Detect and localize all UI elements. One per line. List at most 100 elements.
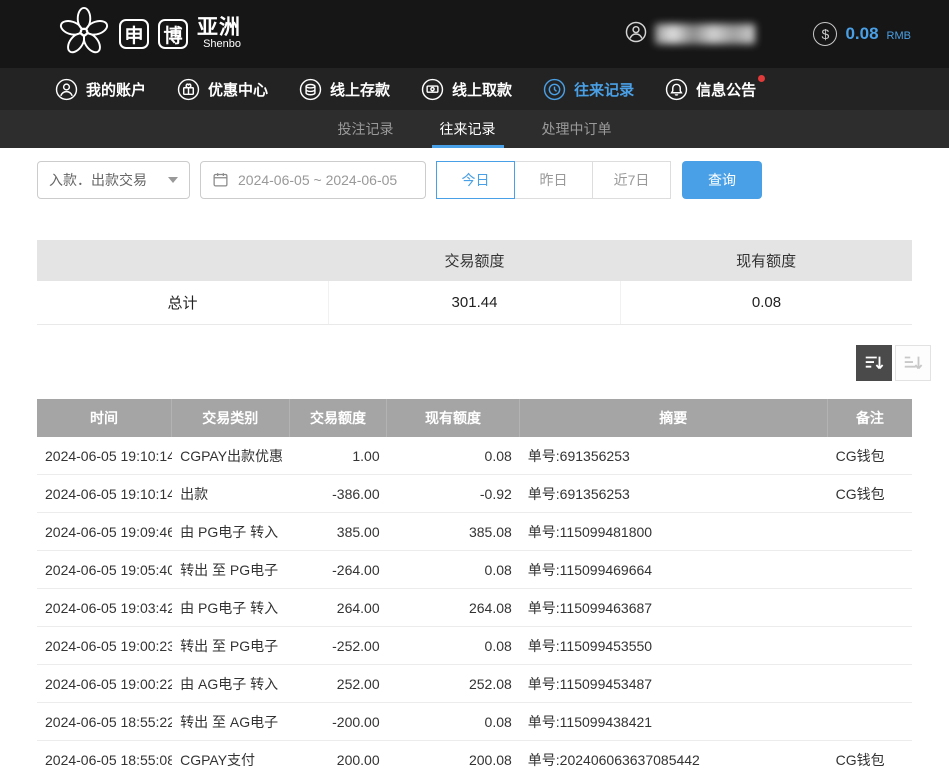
nav-item-transaction-records[interactable]: 往来记录 xyxy=(543,78,634,101)
cell-balance: -0.92 xyxy=(388,475,520,512)
cell-remark xyxy=(828,551,912,588)
summary-total-label: 总计 xyxy=(37,281,329,324)
cell-type: 转出 至 AG电子 xyxy=(172,703,290,740)
header-type: 交易类别 xyxy=(172,399,289,437)
cell-time: 2024-06-05 19:09:46 xyxy=(37,513,172,550)
tab-processing-orders[interactable]: 处理中订单 xyxy=(542,110,612,148)
dollar-icon: $ xyxy=(813,22,837,46)
balance-currency: RMB xyxy=(887,30,911,42)
cell-type: 由 PG电子 转入 xyxy=(172,513,290,550)
nav-item-promotions[interactable]: 优惠中心 xyxy=(177,78,268,101)
last-7-days-button[interactable]: 近7日 xyxy=(592,161,671,199)
quick-date-group: 今日 昨日 近7日 xyxy=(436,161,671,199)
cell-type: 转出 至 PG电子 xyxy=(172,551,290,588)
summary-header-empty xyxy=(37,240,329,281)
transactions-body: 2024-06-05 19:10:14 CGPAY出款优惠 1.00 0.08 … xyxy=(37,437,912,778)
header-remark: 备注 xyxy=(828,399,912,437)
brand-char-2: 博 xyxy=(158,19,188,49)
cell-balance: 385.08 xyxy=(388,513,520,550)
tab-betting-records[interactable]: 投注记录 xyxy=(338,110,394,148)
yesterday-button[interactable]: 昨日 xyxy=(514,161,593,199)
withdraw-banknote-icon xyxy=(421,78,444,101)
cell-summary: 单号:691356253 xyxy=(520,475,828,512)
cell-remark xyxy=(828,513,912,550)
nav-item-announcements[interactable]: 信息公告 xyxy=(665,78,756,101)
brand-subtitle: Shenbo xyxy=(203,39,241,51)
cell-time: 2024-06-05 19:00:23 xyxy=(37,627,172,664)
table-row: 2024-06-05 19:05:40 转出 至 PG电子 -264.00 0.… xyxy=(37,551,912,589)
cell-summary: 单号:115099463687 xyxy=(520,589,828,626)
summary-current-amount: 0.08 xyxy=(621,281,912,324)
summary-total-amount: 301.44 xyxy=(329,281,621,324)
summary-header-balance: 现有额度 xyxy=(620,240,912,281)
cell-time: 2024-06-05 19:10:14 xyxy=(37,475,172,512)
cell-amount: -264.00 xyxy=(290,551,388,588)
cell-amount: 264.00 xyxy=(290,589,388,626)
cell-remark: CG钱包 xyxy=(828,437,912,474)
summary-total-row: 总计 301.44 0.08 xyxy=(37,281,912,325)
cell-summary: 单号:115099438421 xyxy=(520,703,828,740)
cell-remark: CG钱包 xyxy=(828,741,912,778)
chevron-down-icon xyxy=(168,177,178,183)
table-row: 2024-06-05 19:10:14 CGPAY出款优惠 1.00 0.08 … xyxy=(37,437,912,475)
cell-time: 2024-06-05 19:10:14 xyxy=(37,437,172,474)
user-account[interactable] xyxy=(625,21,755,48)
cell-time: 2024-06-05 18:55:08 xyxy=(37,741,172,778)
date-range-input[interactable]: 2024-06-05 ~ 2024-06-05 xyxy=(200,161,426,199)
main-nav: 我的账户 优惠中心 线上存款 线上取款 往来记录 信息公告 xyxy=(0,68,949,110)
nav-item-withdraw[interactable]: 线上取款 xyxy=(421,78,512,101)
table-row: 2024-06-05 19:03:42 由 PG电子 转入 264.00 264… xyxy=(37,589,912,627)
gift-icon xyxy=(177,78,200,101)
cell-type: 由 PG电子 转入 xyxy=(172,589,290,626)
tab-transaction-records[interactable]: 往来记录 xyxy=(440,110,496,148)
brand-logo[interactable]: 申 博 亚洲 Shenbo xyxy=(58,6,241,63)
sort-ascending-button[interactable] xyxy=(895,345,931,381)
cell-time: 2024-06-05 18:55:22 xyxy=(37,703,172,740)
cell-balance: 0.08 xyxy=(388,551,520,588)
sort-controls xyxy=(0,345,931,381)
sort-descending-icon xyxy=(863,352,885,374)
cell-remark: CG钱包 xyxy=(828,475,912,512)
cell-balance: 264.08 xyxy=(388,589,520,626)
summary-header-row: 交易额度 现有额度 xyxy=(37,240,912,281)
header-time: 时间 xyxy=(37,399,172,437)
cell-balance: 200.08 xyxy=(388,741,520,778)
table-row: 2024-06-05 18:55:08 CGPAY支付 200.00 200.0… xyxy=(37,741,912,778)
summary-table: 交易额度 现有额度 总计 301.44 0.08 xyxy=(37,240,912,325)
today-button[interactable]: 今日 xyxy=(436,161,515,199)
table-row: 2024-06-05 19:09:46 由 PG电子 转入 385.00 385… xyxy=(37,513,912,551)
user-icon xyxy=(625,21,647,48)
balance-display[interactable]: $ 0.08 RMB xyxy=(813,22,911,46)
notification-badge xyxy=(758,75,765,82)
table-row: 2024-06-05 18:55:22 转出 至 AG电子 -200.00 0.… xyxy=(37,703,912,741)
table-row: 2024-06-05 19:00:23 转出 至 PG电子 -252.00 0.… xyxy=(37,627,912,665)
cell-balance: 0.08 xyxy=(388,627,520,664)
cell-time: 2024-06-05 19:00:22 xyxy=(37,665,172,702)
bell-icon xyxy=(665,78,688,101)
nav-item-deposit[interactable]: 线上存款 xyxy=(299,78,390,101)
nav-item-my-account[interactable]: 我的账户 xyxy=(55,78,146,101)
cell-amount: 200.00 xyxy=(290,741,388,778)
cell-amount: 1.00 xyxy=(290,437,388,474)
sort-descending-button[interactable] xyxy=(856,345,892,381)
deposit-coins-icon xyxy=(299,78,322,101)
cell-amount: -252.00 xyxy=(290,627,388,664)
cell-remark xyxy=(828,665,912,702)
cell-amount: -386.00 xyxy=(290,475,388,512)
cell-summary: 单号:115099453487 xyxy=(520,665,828,702)
transaction-type-select[interactable]: 入款．出款交易 xyxy=(37,161,190,199)
cell-amount: -200.00 xyxy=(290,703,388,740)
cell-type: CGPAY出款优惠 xyxy=(172,437,290,474)
cell-type: 出款 xyxy=(172,475,290,512)
header-amount: 交易额度 xyxy=(290,399,388,437)
cell-summary: 单号:115099469664 xyxy=(520,551,828,588)
table-row: 2024-06-05 19:00:22 由 AG电子 转入 252.00 252… xyxy=(37,665,912,703)
sub-nav: 投注记录 往来记录 处理中订单 xyxy=(0,110,949,148)
cell-remark xyxy=(828,627,912,664)
cell-remark xyxy=(828,589,912,626)
cell-balance: 0.08 xyxy=(388,703,520,740)
cell-time: 2024-06-05 19:03:42 xyxy=(37,589,172,626)
search-button[interactable]: 查询 xyxy=(682,161,762,199)
cell-balance: 0.08 xyxy=(388,437,520,474)
cell-amount: 385.00 xyxy=(290,513,388,550)
